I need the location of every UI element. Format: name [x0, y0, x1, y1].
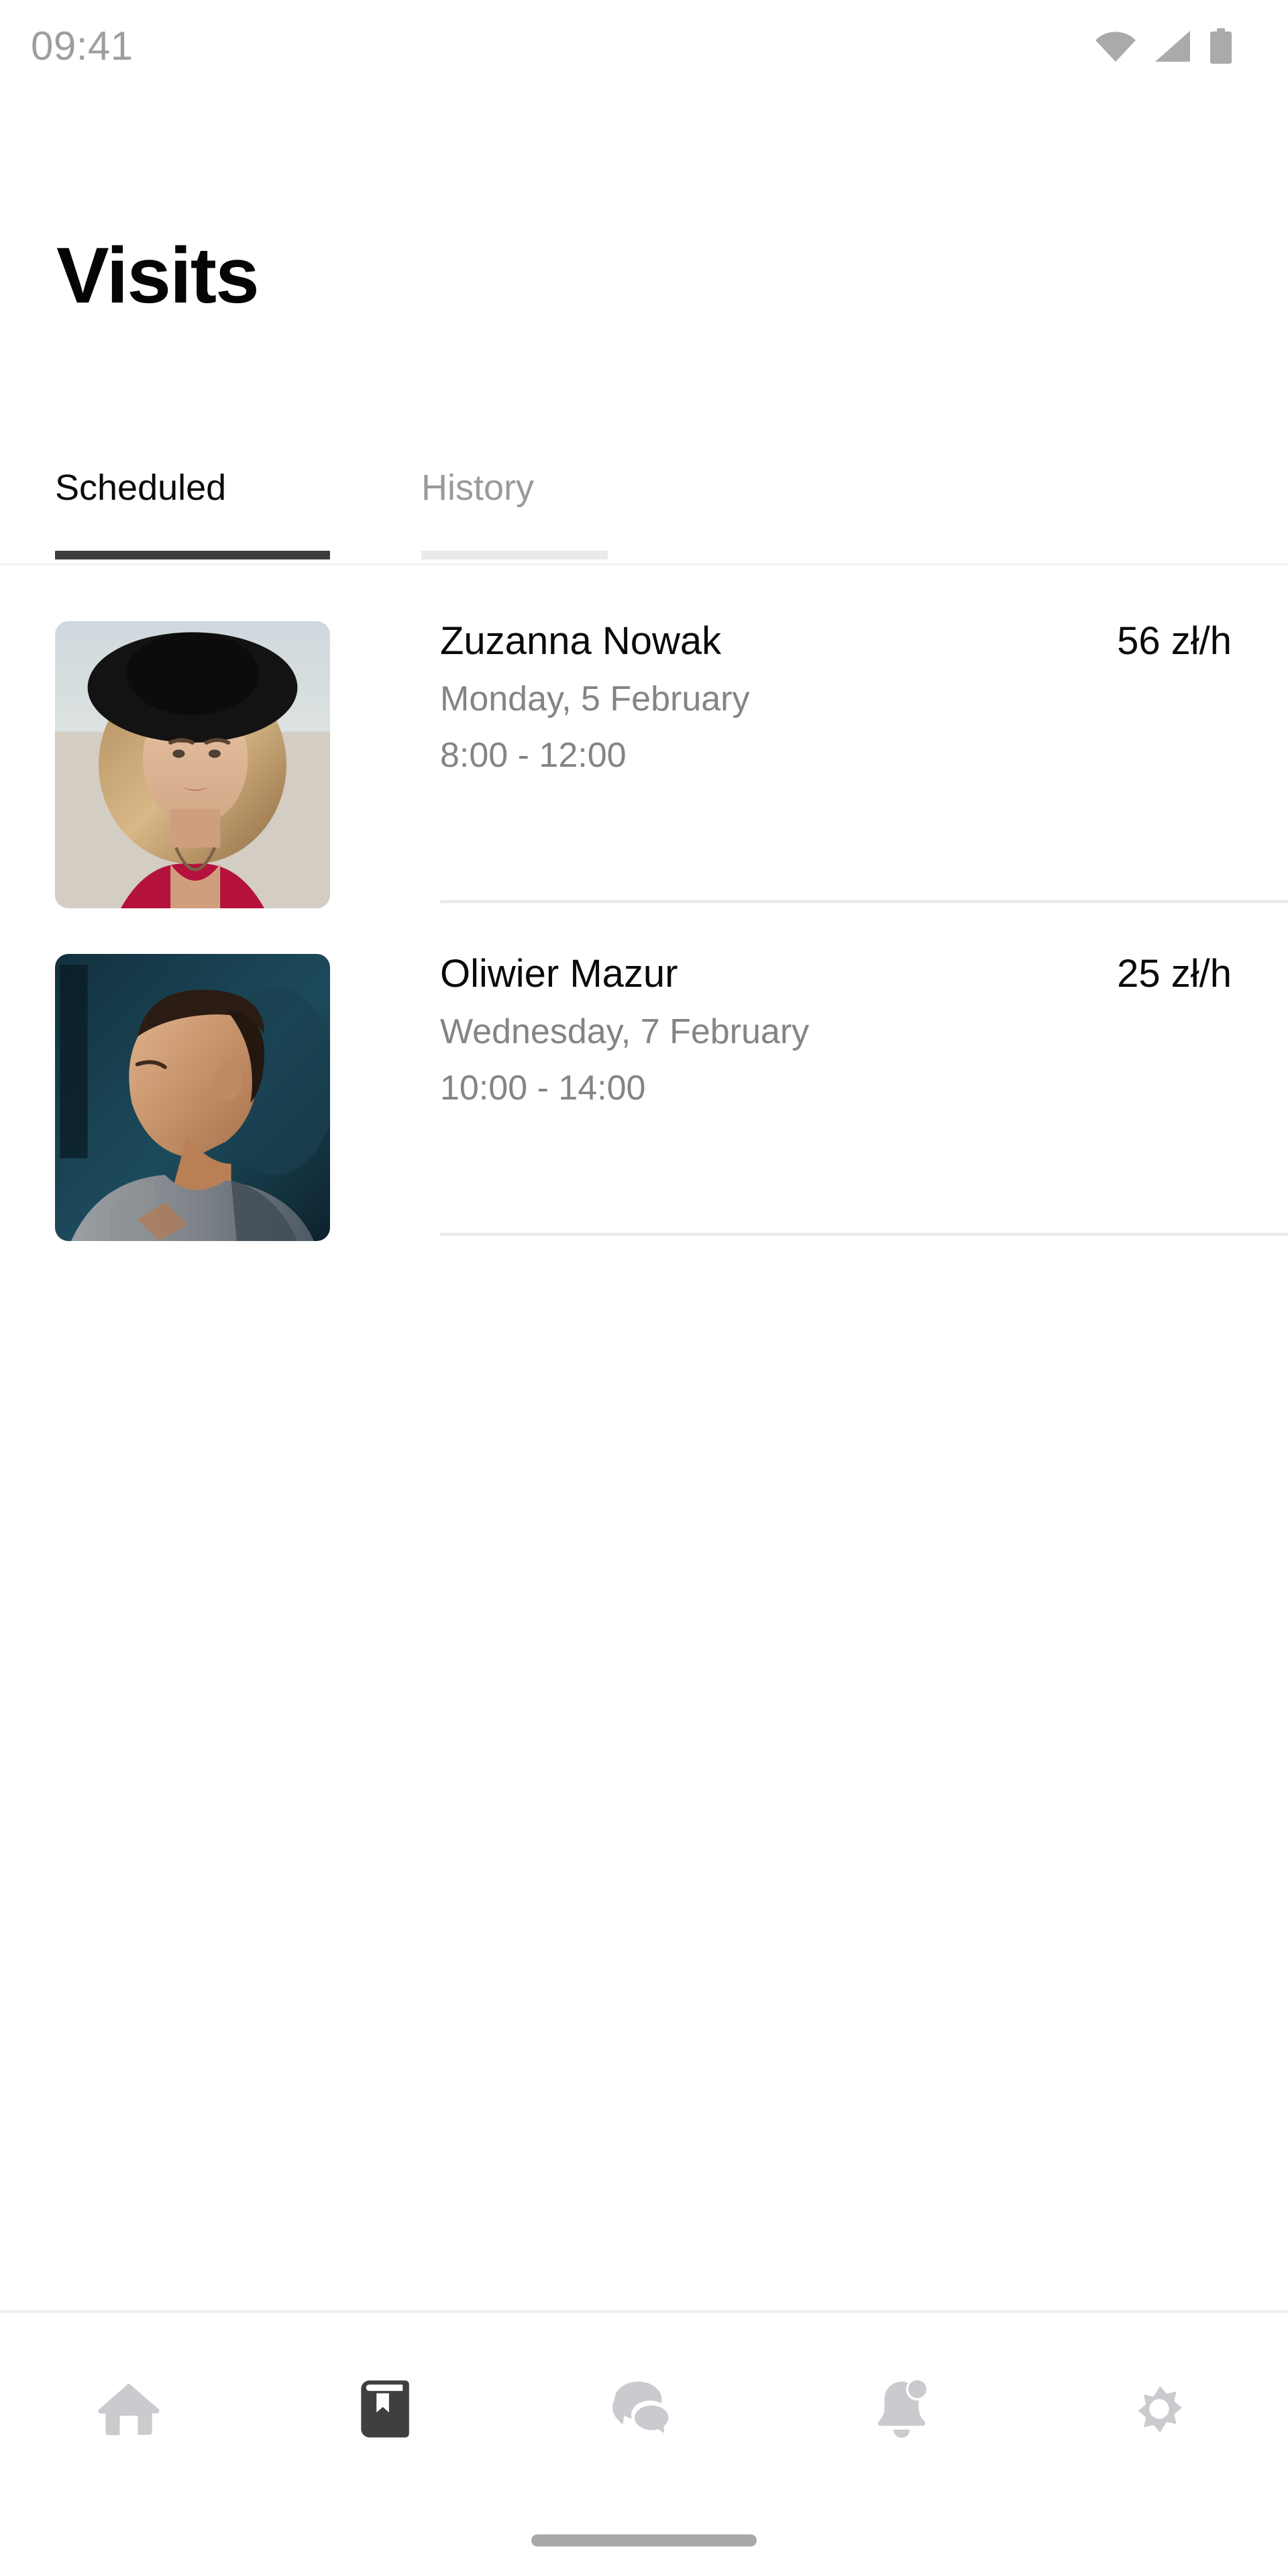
- bell-notification-icon: [867, 2374, 936, 2444]
- visit-date: Wednesday, 7 February: [440, 1012, 810, 1052]
- book-bookmark-icon: [352, 2374, 421, 2444]
- visit-date: Monday, 5 February: [440, 680, 750, 719]
- status-bar-icons: [1095, 23, 1233, 64]
- visit-list: Zuzanna Nowak 56 zł/h Monday, 5 February…: [0, 570, 1288, 1241]
- tab-history-label: History: [421, 468, 535, 508]
- home-icon: [94, 2374, 164, 2444]
- list-item-divider: [440, 1233, 1288, 1236]
- visit-details: Zuzanna Nowak 56 zł/h Monday, 5 February…: [440, 570, 1288, 903]
- visit-rate: 25 zł/h: [1117, 952, 1232, 996]
- nav-item-home[interactable]: [0, 2313, 258, 2505]
- visit-rate: 56 zł/h: [1117, 619, 1232, 663]
- gear-icon: [1124, 2374, 1194, 2444]
- visit-header-line: Zuzanna Nowak 56 zł/h: [440, 619, 1288, 664]
- tab-scheduled-label: Scheduled: [55, 468, 227, 508]
- status-bar-time: 09:41: [31, 23, 133, 68]
- tab-scheduled-underline: [55, 551, 330, 559]
- status-bar: 09:41: [0, 0, 1288, 87]
- tab-bar-divider: [0, 564, 1288, 566]
- nav-item-messages[interactable]: [515, 2313, 773, 2505]
- table-row[interactable]: Zuzanna Nowak 56 zł/h Monday, 5 February…: [0, 570, 1288, 908]
- visit-header-line: Oliwier Mazur 25 zł/h: [440, 951, 1288, 997]
- tab-bar: Scheduled History: [0, 453, 1288, 565]
- nav-item-visits[interactable]: [258, 2313, 515, 2505]
- avatar-oliwier-mazur: [55, 954, 330, 1241]
- nav-item-notifications[interactable]: [773, 2313, 1030, 2505]
- visit-person-name: Zuzanna Nowak: [440, 619, 722, 663]
- app-screen: 09:41 Visits Scheduled History Zuzanna N…: [0, 0, 1288, 2576]
- home-indicator-bar[interactable]: [531, 2534, 757, 2546]
- visit-person-name: Oliwier Mazur: [440, 952, 678, 996]
- bottom-navigation-bar: [0, 2310, 1288, 2505]
- nav-item-settings[interactable]: [1030, 2313, 1288, 2505]
- visit-details: Oliwier Mazur 25 zł/h Wednesday, 7 Febru…: [440, 903, 1288, 1236]
- tab-scheduled[interactable]: Scheduled: [55, 453, 330, 565]
- system-gesture-area: [0, 2505, 1288, 2576]
- tab-history[interactable]: History: [421, 453, 608, 565]
- chat-bubbles-icon: [609, 2374, 679, 2444]
- table-row[interactable]: Oliwier Mazur 25 zł/h Wednesday, 7 Febru…: [0, 903, 1288, 1241]
- page-title: Visits: [56, 231, 260, 320]
- visit-time: 8:00 - 12:00: [440, 735, 627, 775]
- cellular-signal-icon: [1154, 30, 1191, 62]
- visit-time: 10:00 - 14:00: [440, 1068, 646, 1108]
- tab-history-underline: [421, 551, 608, 559]
- wifi-icon: [1095, 31, 1136, 62]
- avatar-zuzanna-nowak: [55, 621, 330, 908]
- battery-icon: [1209, 28, 1233, 64]
